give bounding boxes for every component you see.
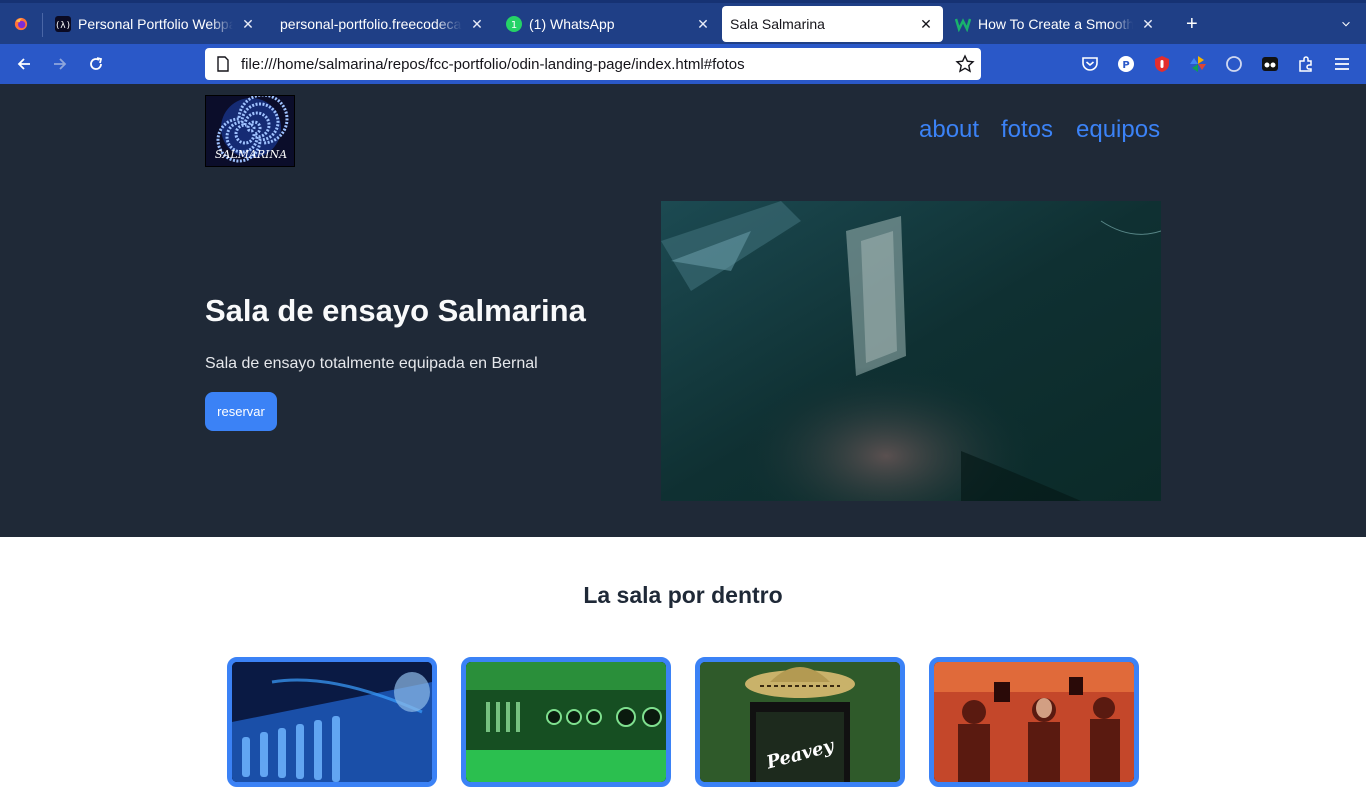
url-bar[interactable]: file:///home/salmarina/repos/fcc-portfol… <box>205 48 981 80</box>
new-tab-button[interactable]: + <box>1178 6 1202 42</box>
w-icon <box>955 16 971 32</box>
forward-button[interactable] <box>48 52 72 76</box>
tab-sala-salmarina[interactable]: Sala Salmarina ✕ <box>722 6 943 42</box>
close-icon[interactable]: ✕ <box>468 15 486 33</box>
close-icon[interactable]: ✕ <box>694 15 712 33</box>
tab-personal-portfolio-freecodecamp[interactable]: personal-portfolio.freecodecamp ✕ <box>272 6 494 42</box>
star-icon[interactable] <box>955 54 975 74</box>
list-all-tabs-button[interactable] <box>1334 6 1358 42</box>
freecodecamp-icon: (λ) <box>55 16 71 32</box>
circle-icon[interactable] <box>1224 54 1244 74</box>
hero-image <box>661 201 1161 501</box>
p-extension-icon[interactable]: P <box>1116 54 1136 74</box>
tab-whatsapp[interactable]: 1 (1) WhatsApp ✕ <box>498 6 720 42</box>
tab-title: (1) WhatsApp <box>529 16 615 32</box>
arrow-right-icon <box>54 58 67 70</box>
tab-smooth-scroll[interactable]: How To Create a Smooth Scroll ✕ <box>947 6 1165 42</box>
tab-title: How To Create a Smooth Scroll <box>978 16 1133 32</box>
hero-subtitle: Sala de ensayo totalmente equipada en Be… <box>205 355 538 372</box>
reload-icon <box>90 57 103 70</box>
reservar-button[interactable]: reservar <box>205 392 277 431</box>
gallery-title: La sala por dentro <box>583 582 783 608</box>
tab-title: Personal Portfolio Webpage <box>78 16 233 32</box>
nav-link-about[interactable]: about <box>919 116 979 144</box>
extensions-icon[interactable] <box>1296 54 1316 74</box>
tab-bar: (λ) Personal Portfolio Webpage ✕ persona… <box>0 0 1366 44</box>
plus-icon: + <box>1186 12 1198 35</box>
nav-link-equipos[interactable]: equipos <box>1076 116 1160 144</box>
glasses-icon[interactable] <box>1260 54 1280 74</box>
tab-personal-portfolio[interactable]: (λ) Personal Portfolio Webpage ✕ <box>47 6 265 42</box>
hero-title: Sala de ensayo Salmarina <box>205 293 586 328</box>
firefox-icon <box>14 17 28 31</box>
close-icon[interactable]: ✕ <box>239 15 257 33</box>
whatsapp-icon: 1 <box>506 16 522 32</box>
page-icon <box>217 56 229 72</box>
firefox-menu-button[interactable] <box>6 6 36 42</box>
url-text[interactable]: file:///home/salmarina/repos/fcc-portfol… <box>241 56 955 73</box>
menu-icon[interactable] <box>1332 54 1352 74</box>
svg-text:(λ): (λ) <box>55 21 71 31</box>
logo-text: SALMARINA <box>215 148 287 161</box>
close-icon[interactable]: ✕ <box>917 15 935 33</box>
nav-link-fotos[interactable]: fotos <box>1001 116 1053 144</box>
tab-title: Sala Salmarina <box>730 16 825 32</box>
svg-text:P: P <box>1122 60 1129 71</box>
chevron-down-icon <box>1342 21 1350 27</box>
pinwheel-icon[interactable] <box>1188 54 1208 74</box>
pocket-icon[interactable] <box>1080 54 1100 74</box>
close-icon[interactable]: ✕ <box>1139 15 1157 33</box>
site-logo[interactable]: SALMARINA <box>205 95 295 167</box>
reload-button[interactable] <box>84 52 108 76</box>
whatsapp-badge: 1 <box>511 20 517 31</box>
adblock-icon[interactable] <box>1152 54 1172 74</box>
tab-title: personal-portfolio.freecodecamp <box>280 16 462 32</box>
arrow-left-icon <box>17 58 30 70</box>
back-button[interactable] <box>12 52 36 76</box>
